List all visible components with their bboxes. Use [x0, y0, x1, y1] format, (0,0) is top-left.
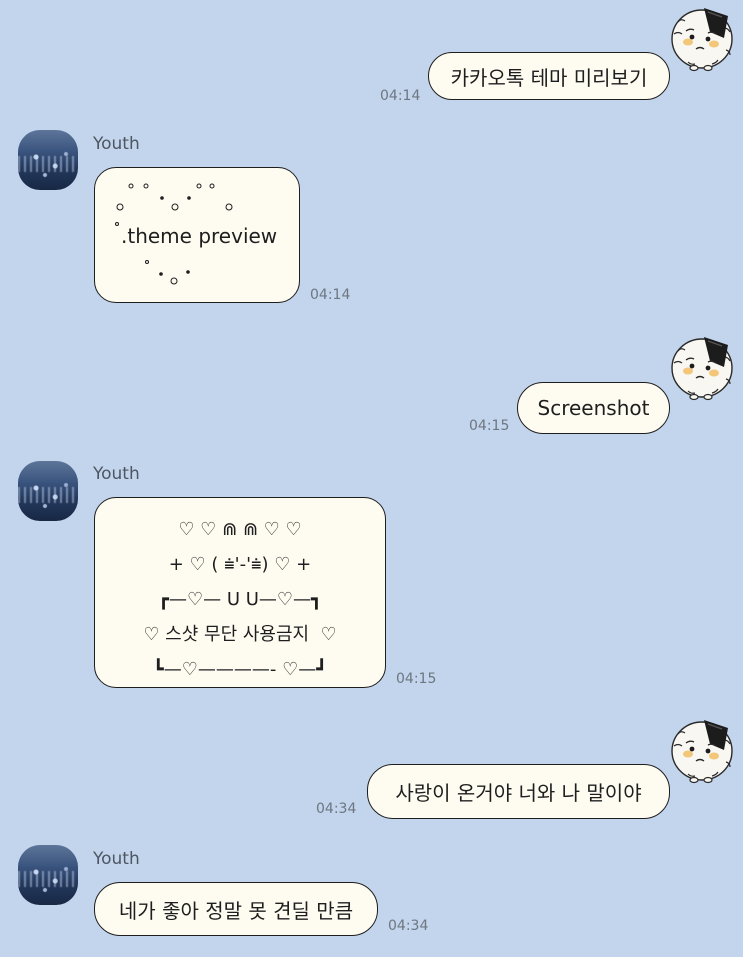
ascii-art-line: ┏—♡— U U—♡—┓ [158, 589, 322, 610]
message-text: 카카오톡 테마 미리보기 [450, 65, 648, 90]
contact-avatar[interactable] [18, 845, 78, 905]
my-avatar-icon[interactable] [668, 4, 736, 72]
message-text: 네가 좋아 정말 못 견딜 만큼 [118, 898, 354, 923]
message-bubble-sent[interactable]: Screenshot [517, 382, 670, 434]
message-time: 04:15 [396, 671, 437, 687]
my-avatar-icon[interactable] [668, 716, 736, 784]
message-bubble-received[interactable]: ♡ ♡ ⋒ ⋒ ♡ ♡ + ♡ ( ⩧'-'⩧) ♡ + ┏—♡— U U—♡—… [94, 497, 386, 688]
message-bubble-sent[interactable]: 사랑이 온거야 너와 나 말이야 [367, 764, 670, 819]
message-text: 사랑이 온거야 너와 나 말이야 [395, 781, 642, 805]
contact-name: Youth [93, 464, 140, 484]
message-bubble-sent[interactable]: 카카오톡 테마 미리보기 [428, 52, 670, 100]
message-time: 04:34 [388, 918, 429, 934]
contact-avatar[interactable] [18, 130, 78, 190]
contact-avatar[interactable] [18, 461, 78, 521]
message-text: .theme preview [121, 224, 278, 248]
my-avatar-icon[interactable] [668, 333, 736, 401]
message-text: Screenshot [537, 396, 650, 420]
message-time: 04:34 [316, 801, 357, 817]
ascii-art-line: ┗—♡————- ♡—┛ [152, 659, 328, 680]
ascii-art-line: ♡ 스샷 무단 사용금지 ♡ [143, 624, 337, 645]
ascii-art-line: ♡ ♡ ⋒ ⋒ ♡ ♡ [178, 519, 302, 540]
message-bubble-received[interactable]: .theme preview [94, 167, 300, 303]
message-time: 04:14 [380, 88, 421, 104]
message-time: 04:14 [310, 287, 351, 303]
message-bubble-received[interactable]: 네가 좋아 정말 못 견딜 만큼 [94, 882, 378, 936]
ascii-art-line: + ♡ ( ⩧'-'⩧) ♡ + [168, 554, 312, 575]
contact-name: Youth [93, 849, 140, 869]
contact-name: Youth [93, 134, 140, 154]
message-time: 04:15 [469, 418, 510, 434]
